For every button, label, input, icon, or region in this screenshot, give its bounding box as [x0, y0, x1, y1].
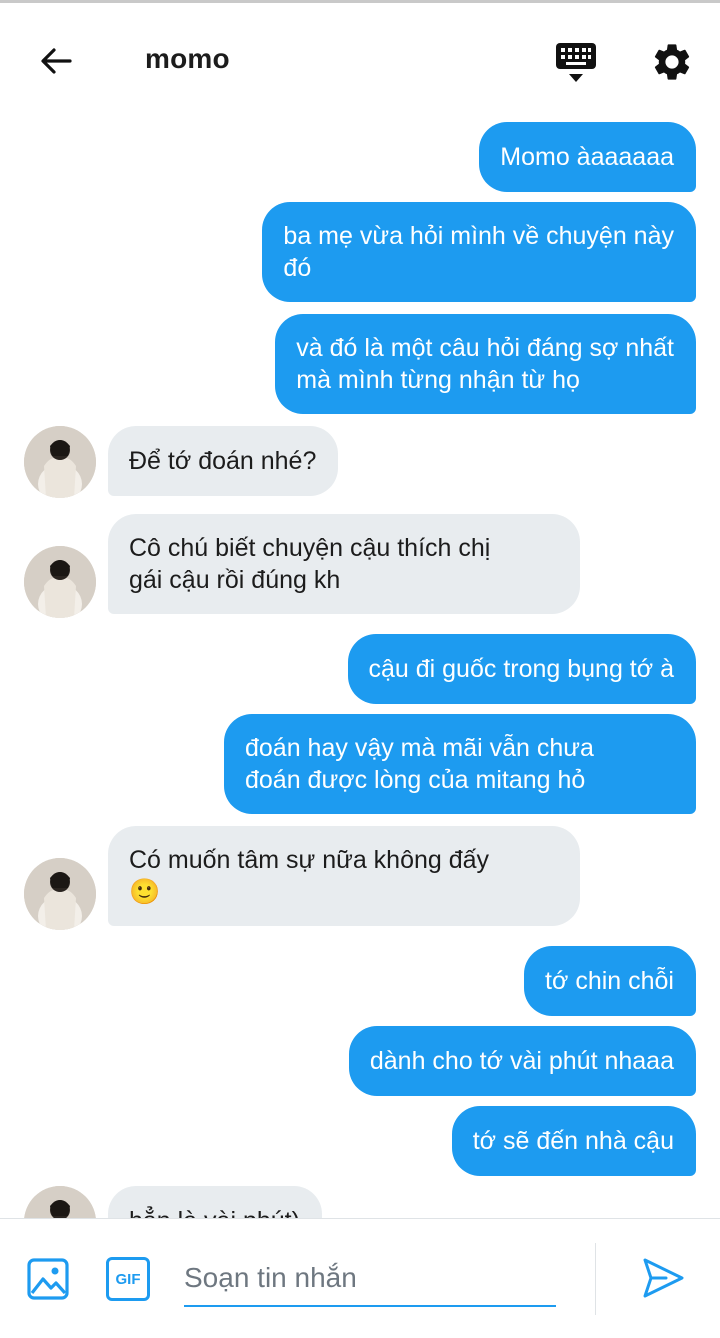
received-message[interactable]: Để tớ đoán nhé? [108, 426, 339, 496]
sent-message[interactable]: dành cho tớ vài phút nhaaa [348, 1026, 696, 1096]
back-button[interactable] [36, 41, 76, 81]
received-message[interactable]: hẳn là vài phút) [108, 1186, 322, 1218]
chat-header: momo [0, 3, 720, 113]
message-input[interactable] [184, 1251, 556, 1307]
sent-message[interactable]: tớ sẽ đến nhà cậu [451, 1106, 696, 1176]
avatar[interactable] [24, 426, 96, 498]
sent-message[interactable]: cậu đi guốc trong bụng tớ à [347, 634, 696, 704]
back-arrow-icon [41, 48, 72, 74]
sent-message[interactable]: ba mẹ vừa hỏi mình về chuyện này đó [262, 202, 696, 302]
sent-message[interactable]: và đó là một câu hỏi đáng sợ nhất mà mìn… [275, 314, 696, 414]
avatar[interactable] [24, 546, 96, 618]
sent-message[interactable]: tớ chin chỗi [524, 946, 696, 1016]
avatar[interactable] [24, 1186, 96, 1218]
sent-message[interactable]: đoán hay vậy mà mãi vẫn chưa đoán được l… [224, 714, 696, 814]
gif-button[interactable]: GIF [106, 1257, 150, 1301]
keyboard-toggle-button[interactable] [552, 39, 600, 87]
avatar[interactable] [24, 858, 96, 930]
send-button[interactable] [640, 1255, 686, 1301]
keyboard-icon [556, 43, 596, 82]
composer-divider [595, 1243, 596, 1315]
sent-message[interactable]: Momo àaaaaaa [479, 122, 696, 192]
profile-photo-icon [24, 1186, 96, 1218]
message-composer: GIF [0, 1218, 720, 1338]
received-message[interactable]: Cô chú biết chuyện cậu thích chị gái cậu… [108, 514, 580, 614]
attach-image-button[interactable] [26, 1257, 70, 1301]
profile-photo-icon [24, 426, 96, 498]
message-list[interactable]: Momo àaaaaaa ba mẹ vừa hỏi mình về chuyệ… [0, 113, 720, 1218]
settings-button[interactable] [650, 40, 694, 84]
gif-icon: GIF [115, 1270, 141, 1288]
profile-photo-icon [24, 546, 96, 618]
gear-icon [654, 44, 690, 80]
received-message[interactable]: Có muốn tâm sự nữa không đấy 🙂 [108, 826, 580, 926]
profile-photo-icon [24, 858, 96, 930]
image-icon [27, 1258, 69, 1300]
send-icon [643, 1258, 684, 1298]
conversation-title[interactable]: momo [145, 43, 230, 75]
